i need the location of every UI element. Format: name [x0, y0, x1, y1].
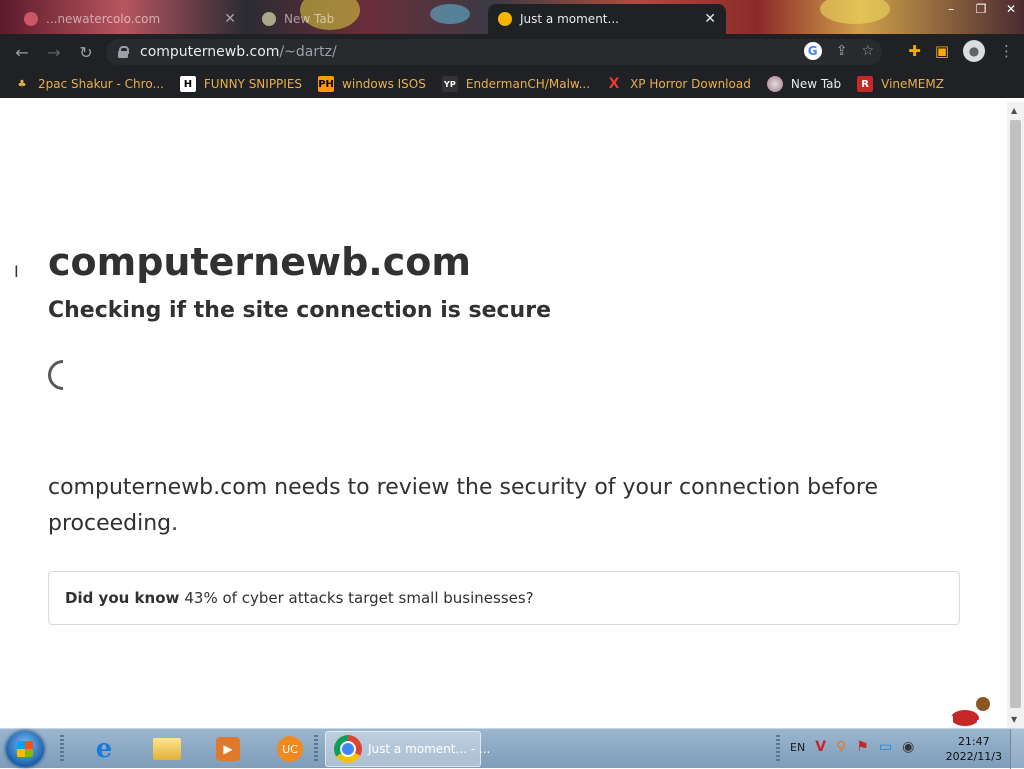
bookmark-label: 2pac Shakur - Chro...	[38, 77, 164, 91]
tab-just-a-moment[interactable]: Just a moment... ✕	[488, 4, 726, 34]
loading-favicon-icon	[498, 12, 512, 26]
back-arrow-icon[interactable]: ←	[6, 36, 38, 68]
file-explorer-icon[interactable]	[151, 733, 183, 765]
network-icon[interactable]: ▭	[879, 739, 892, 755]
tab-new-tab[interactable]: New Tab	[252, 4, 482, 34]
bookmark-xp-horror[interactable]: X XP Horror Download	[606, 76, 751, 92]
url-host: computernewb.com	[140, 44, 280, 60]
bookmark-windows-isos[interactable]: PH windows ISOS	[318, 76, 426, 92]
vertical-scrollbar[interactable]: ▲ ▼	[1007, 102, 1024, 728]
did-you-know-label: Did you know	[65, 589, 180, 607]
tab-title: New Tab	[284, 12, 335, 26]
chrome-taskbar-button[interactable]: Just a moment... - ...	[325, 731, 490, 767]
bookmark-2pac[interactable]: ♣ 2pac Shakur - Chro...	[14, 76, 164, 92]
window-controls: – ❐ ✕	[944, 2, 1018, 16]
text-cursor-icon: I	[14, 262, 19, 281]
share-icon[interactable]: ⇪	[836, 43, 848, 59]
extensions-puzzle-icon[interactable]: ✚	[908, 42, 921, 60]
address-bar[interactable]: computernewb.com/~dartz/ G ⇪ ☆	[106, 39, 882, 65]
h-logo-icon: H	[179, 76, 196, 92]
did-you-know-box: Did you know 43% of cyber attacks target…	[48, 571, 960, 625]
menu-kebab-icon[interactable]: ⋮	[999, 42, 1014, 60]
lock-icon[interactable]	[118, 46, 129, 58]
google-icon[interactable]: G	[803, 42, 822, 60]
language-indicator[interactable]: EN	[790, 741, 805, 754]
reload-icon[interactable]: ↻	[70, 36, 102, 68]
chrome-task-label: Just a moment... - ...	[368, 742, 491, 756]
bookmarks-bar: ♣ 2pac Shakur - Chro... H FUNNY SNIPPIES…	[0, 70, 1024, 98]
taskbar-grip	[314, 735, 318, 763]
media-player-icon[interactable]: ▶	[212, 733, 244, 765]
profile-avatar-icon[interactable]: ●	[963, 40, 985, 62]
clock-time: 21:47	[957, 735, 990, 748]
tab-strip: ...newatercolo.com ✕ New Tab Just a mome…	[0, 0, 1024, 34]
bookmark-label: New Tab	[790, 77, 842, 91]
omnibox-actions: G ⇪ ☆	[803, 42, 874, 60]
close-window-icon[interactable]: ✕	[1004, 2, 1018, 16]
side-panel-icon[interactable]: ▣	[935, 42, 949, 60]
close-tab-icon[interactable]: ✕	[224, 11, 236, 27]
system-tray: EN V ⚲ ⚑ ▭ ◉	[790, 739, 914, 755]
internet-explorer-icon[interactable]: e	[88, 733, 120, 765]
x-logo-icon: X	[608, 76, 620, 92]
search-tool-icon[interactable]: ⚲	[836, 739, 846, 755]
bookmark-new-tab[interactable]: New Tab	[766, 76, 842, 92]
scroll-thumb[interactable]	[1010, 120, 1021, 708]
taskbar-grip	[60, 735, 64, 763]
bookmark-endermanch[interactable]: YP EndermanCH/Malw...	[441, 76, 591, 92]
tab-watercolor[interactable]: ...newatercolo.com ✕	[14, 4, 246, 34]
desktop-mascot-icon	[937, 697, 991, 726]
clock-date: 2022/11/3	[945, 750, 1002, 763]
bookmark-funny-snippies[interactable]: H FUNNY SNIPPIES	[179, 76, 303, 92]
start-button[interactable]	[6, 731, 44, 767]
page-content: I computernewb.com Checking if the site …	[0, 102, 1007, 728]
globe-icon	[766, 76, 783, 92]
action-center-flag-icon[interactable]: ⚑	[856, 739, 869, 755]
minimize-icon[interactable]: –	[944, 2, 958, 16]
new-tab-favicon-icon	[262, 12, 276, 26]
chrome-icon	[334, 735, 362, 763]
toolbar-right: ✚ ▣ ● ⋮	[908, 40, 1014, 62]
tab-title: ...newatercolo.com	[46, 12, 161, 26]
yp-logo-icon: YP	[441, 76, 458, 92]
forward-arrow-icon[interactable]: →	[38, 36, 70, 68]
bookmark-label: FUNNY SNIPPIES	[203, 77, 303, 91]
antivirus-icon[interactable]: V	[815, 739, 826, 755]
windows-taskbar: e ▶ UC Just a moment... - ... EN V ⚲ ⚑ ▭…	[0, 728, 1024, 769]
browser-toolbar: ← → ↻ computernewb.com/~dartz/ G ⇪ ☆ ✚ ▣…	[0, 34, 1024, 70]
review-message: computernewb.com needs to review the sec…	[48, 475, 878, 536]
volume-icon[interactable]: ◉	[902, 739, 914, 755]
did-you-know-text: 43% of cyber attacks target small busine…	[184, 589, 534, 607]
scroll-up-arrow-icon[interactable]: ▲	[1011, 106, 1017, 115]
bookmark-vinememz[interactable]: R VineMEMZ	[857, 76, 944, 92]
ph-logo-icon: PH	[318, 76, 335, 92]
url-path: /~dartz/	[279, 44, 337, 60]
bookmark-label: VineMEMZ	[881, 77, 944, 91]
restore-icon[interactable]: ❐	[974, 2, 988, 16]
taskbar-grip	[776, 735, 780, 763]
site-favicon-icon	[24, 12, 38, 26]
tab-title: Just a moment...	[520, 12, 619, 26]
site-title: computernewb.com	[48, 240, 471, 284]
page-subtitle: Checking if the site connection is secur…	[48, 298, 551, 323]
bookmark-label: XP Horror Download	[630, 77, 751, 91]
loading-spinner-icon	[41, 353, 85, 397]
uc-browser-icon[interactable]: UC	[274, 733, 306, 765]
bookmark-label: windows ISOS	[342, 77, 426, 91]
bookmark-star-icon[interactable]: ☆	[861, 43, 874, 59]
scroll-down-arrow-icon[interactable]: ▼	[1011, 715, 1017, 724]
close-tab-icon[interactable]: ✕	[704, 11, 716, 27]
r-logo-icon: R	[857, 76, 874, 92]
wallpaper-splat	[820, 0, 890, 24]
music-icon: ♣	[17, 78, 27, 90]
bookmark-label: EndermanCH/Malw...	[465, 77, 591, 91]
show-desktop-button[interactable]	[1010, 729, 1024, 769]
clock[interactable]: 21:47 2022/11/3	[946, 734, 1002, 764]
